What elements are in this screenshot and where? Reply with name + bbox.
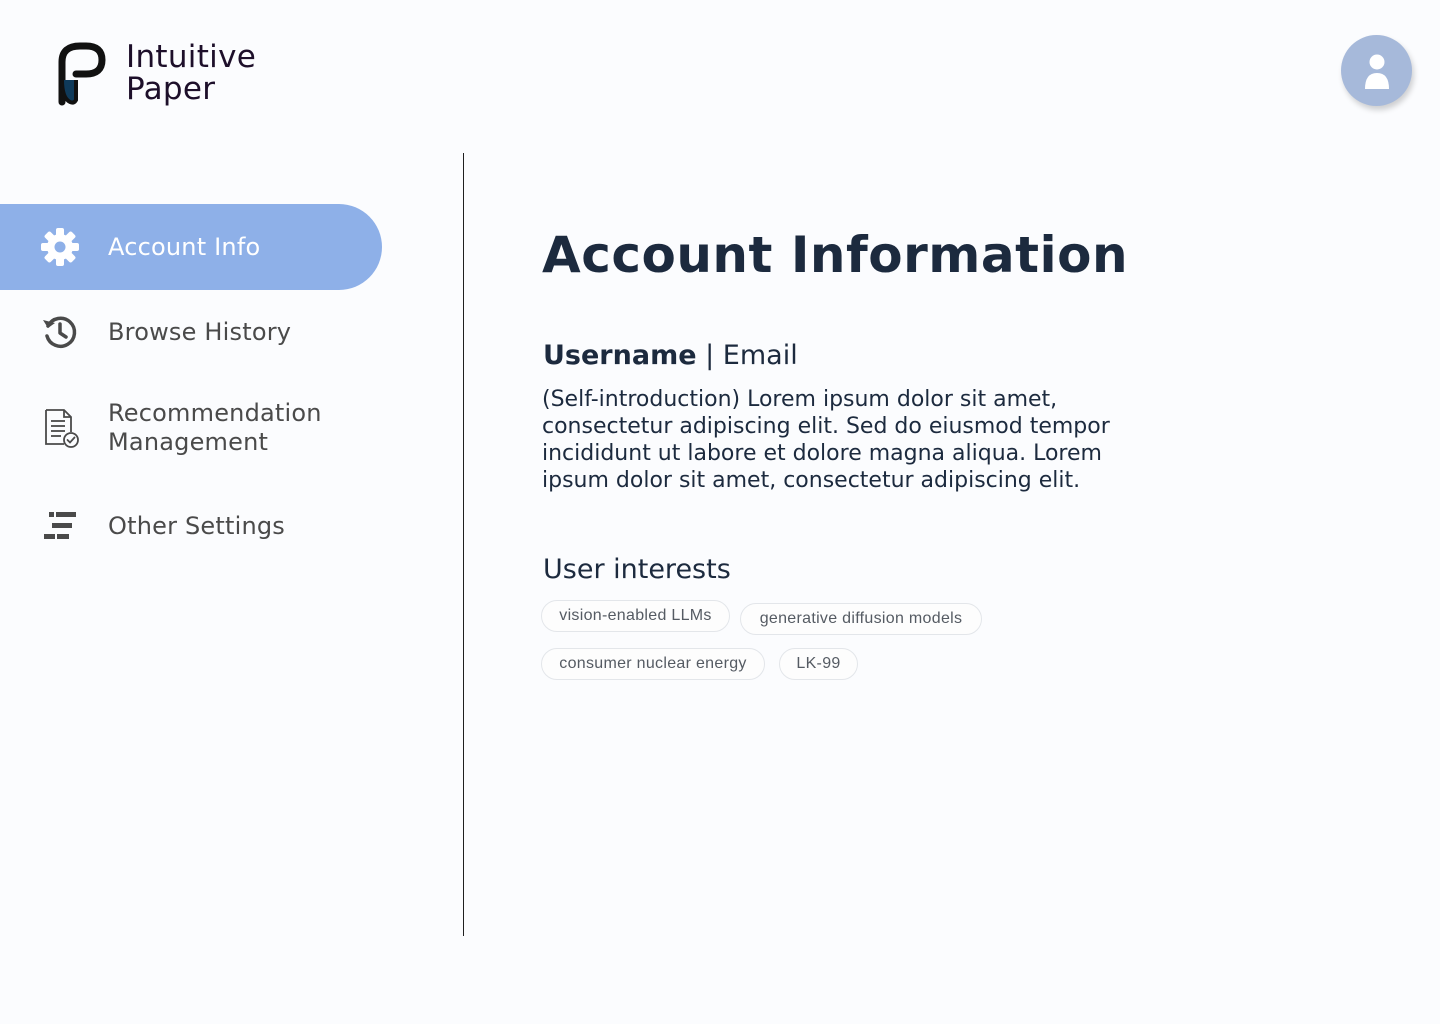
sidebar-item-label: Recommendation Management — [108, 399, 322, 457]
sidebar-item-label: Account Info — [108, 232, 261, 261]
p-logo-icon — [58, 42, 106, 106]
interest-chip[interactable]: consumer nuclear energy — [541, 648, 765, 680]
interest-chip[interactable]: LK-99 — [779, 648, 858, 680]
vertical-divider — [463, 153, 464, 936]
user-avatar-icon — [1365, 54, 1389, 89]
user-avatar-button[interactable] — [1341, 35, 1412, 106]
document-check-icon — [38, 406, 82, 450]
gear-icon — [38, 225, 82, 269]
brand-name: Intuitive Paper — [126, 41, 256, 105]
self-introduction: (Self-introduction) Lorem ipsum dolor si… — [542, 387, 1110, 493]
sidebar-item-label: Other Settings — [108, 511, 286, 540]
history-icon — [38, 310, 82, 354]
sidebar-item-label-line1: Recommendation — [108, 399, 322, 427]
brand-name-line1: Intuitive — [126, 39, 257, 75]
account-page: Intuitive Paper Account Info Browse Hist… — [0, 0, 1440, 1024]
sidebar-item-label: Browse History — [108, 317, 292, 346]
sidebar-item-account-info[interactable]: Account Info — [0, 204, 382, 290]
brand-logo[interactable]: Intuitive Paper — [56, 40, 256, 106]
brand-name-line2: Paper — [126, 71, 216, 107]
email: Email — [722, 340, 798, 371]
sidebar-item-recommendation-management[interactable]: Recommendation Management — [0, 398, 382, 458]
interest-chip[interactable]: vision-enabled LLMs — [541, 600, 730, 632]
sidebar-item-other-settings[interactable]: Other Settings — [0, 504, 382, 548]
settings-bars-icon — [38, 504, 82, 548]
username: Username — [543, 340, 697, 371]
username-email-line: Username | Email — [543, 340, 798, 371]
sidebar-item-browse-history[interactable]: Browse History — [0, 310, 382, 354]
interests-heading: User interests — [543, 554, 731, 585]
page-title: Account Information — [542, 226, 1129, 284]
interest-chip[interactable]: generative diffusion models — [740, 603, 982, 635]
separator: | — [696, 340, 723, 371]
sidebar-item-label-line2: Management — [108, 428, 269, 456]
